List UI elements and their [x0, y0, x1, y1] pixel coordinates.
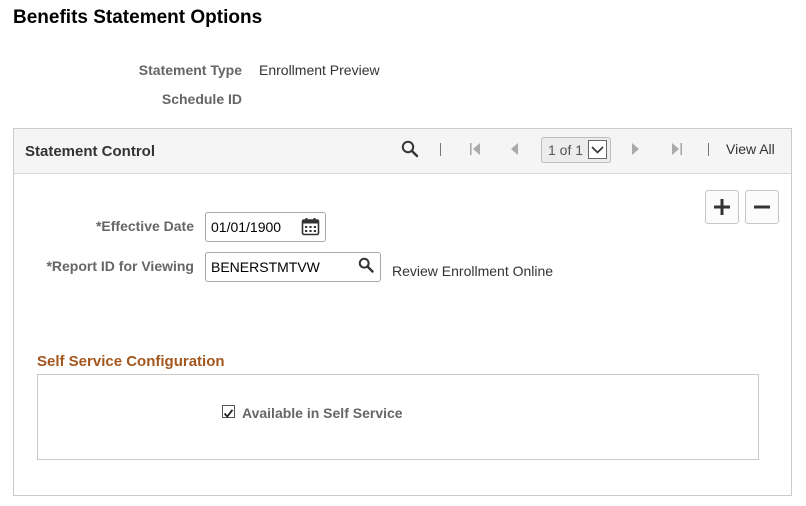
statement-type-value: Enrollment Preview — [259, 62, 380, 78]
effective-date-value: 01/01/1900 — [211, 219, 282, 235]
remove-row-button[interactable] — [745, 190, 779, 224]
report-id-label: *Report ID for Viewing — [46, 258, 194, 274]
add-row-button[interactable] — [705, 190, 739, 224]
nav-separator — [708, 143, 709, 156]
search-icon[interactable] — [401, 140, 419, 158]
lookup-search-icon[interactable] — [358, 257, 374, 273]
page-title: Benefits Statement Options — [13, 7, 263, 28]
previous-icon[interactable] — [509, 142, 519, 156]
checkmark-icon — [223, 409, 234, 418]
report-id-field[interactable]: BENERSTMTVW — [205, 252, 381, 282]
calendar-icon[interactable] — [301, 217, 320, 236]
available-self-service-checkbox[interactable] — [222, 405, 235, 418]
nav-separator — [440, 143, 441, 156]
statement-type-label: Statement Type — [138, 62, 242, 78]
grid-title: Statement Control — [25, 143, 156, 160]
first-page-icon[interactable] — [469, 142, 481, 156]
schedule-id-label: Schedule ID — [161, 91, 242, 107]
next-icon[interactable] — [631, 142, 641, 156]
report-id-value: BENERSTMTVW — [211, 259, 320, 275]
self-service-section-title: Self Service Configuration — [37, 353, 225, 370]
view-all-link[interactable]: View All — [726, 141, 775, 157]
last-page-icon[interactable] — [671, 142, 683, 156]
minus-icon — [754, 205, 770, 209]
available-self-service-label: Available in Self Service — [242, 405, 403, 421]
pager-text: 1 of 1 — [548, 142, 584, 158]
dropdown-arrow-icon[interactable] — [588, 140, 607, 159]
report-description: Review Enrollment Online — [392, 263, 554, 279]
effective-date-label: *Effective Date — [95, 218, 194, 234]
plus-icon — [714, 199, 730, 215]
